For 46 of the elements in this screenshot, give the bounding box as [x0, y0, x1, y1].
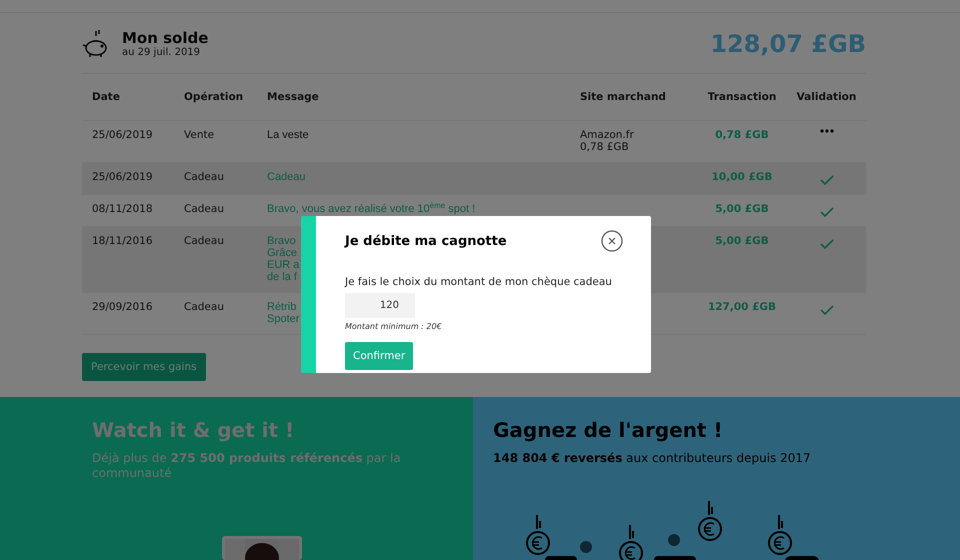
column-header: Message	[267, 91, 320, 103]
table-cell-text: Vente	[184, 129, 216, 143]
table-cell-text: Cadeau	[184, 235, 225, 249]
amount-label: Je fais le choix du montant de mon chèque cadeau	[345, 276, 613, 288]
column-header: Date	[92, 91, 121, 103]
promo-text: Déjà plus de 275 500 produits référencés par la communauté	[92, 451, 402, 481]
promo-title: Watch it & get it !	[92, 417, 296, 443]
transaction-amount: 127,00 £GB	[708, 301, 776, 313]
table-cell-text: Cadeau	[184, 301, 225, 315]
table-cell: 0,78 £GB	[580, 141, 629, 153]
column-header: Validation	[796, 91, 858, 103]
balance-date: au 29 juil. 2019	[122, 47, 202, 58]
message-text: Bravo, vous avez réalisé votre 10$^{ème}$ spot !	[267, 203, 476, 215]
confirm-button[interactable]: Confirmer	[345, 342, 414, 370]
transaction-amount: 10,00 £GB	[712, 171, 772, 183]
transaction-amount: 5,00 £GB	[715, 203, 769, 215]
column-header: Transaction	[706, 91, 778, 103]
column-header: Site marchand	[580, 91, 667, 103]
table-cell-text: 25/06/2019	[92, 171, 154, 185]
balance-amount: 128,07 £GB	[710, 30, 866, 58]
minimum-amount-hint: Montant minimum : 20€	[345, 322, 443, 331]
message-text: Grâce	[267, 247, 297, 259]
message-text: EUR a	[267, 259, 300, 271]
message-text: de la f	[267, 271, 297, 283]
balance-title: Mon solde	[122, 30, 208, 47]
table-cell-text: Cadeau	[184, 203, 225, 217]
table-cell-text: 29/09/2016	[92, 301, 154, 315]
message-text: Rétrib	[267, 301, 296, 313]
close-icon[interactable]	[601, 230, 623, 252]
modal-title: Je débite ma cagnotte	[345, 234, 507, 248]
message-text: Bravo	[267, 235, 296, 247]
transaction-amount: 5,00 £GB	[715, 235, 769, 247]
column-header: Opération	[184, 91, 244, 103]
message-text: La veste	[267, 129, 309, 141]
amount-field[interactable]: 120	[345, 293, 415, 318]
promo-title: Gagnez de l'argent !	[493, 417, 724, 443]
table-cell-text: 18/11/2016	[92, 235, 154, 249]
table-cell-text: 08/11/2018	[92, 203, 154, 217]
collect-earnings-button[interactable]: Percevoir mes gains	[82, 353, 206, 381]
table-cell-text: Cadeau	[184, 171, 225, 185]
message-text: Cadeau	[267, 171, 306, 183]
table-cell: Amazon.fr	[580, 129, 634, 141]
transaction-amount: 0,78 £GB	[715, 129, 769, 141]
promo-text: 148 804 € reversés aux contributeurs depuis 2017	[493, 451, 812, 466]
message-text: Spoter	[267, 313, 300, 325]
table-cell-text: 25/06/2019	[92, 129, 154, 143]
